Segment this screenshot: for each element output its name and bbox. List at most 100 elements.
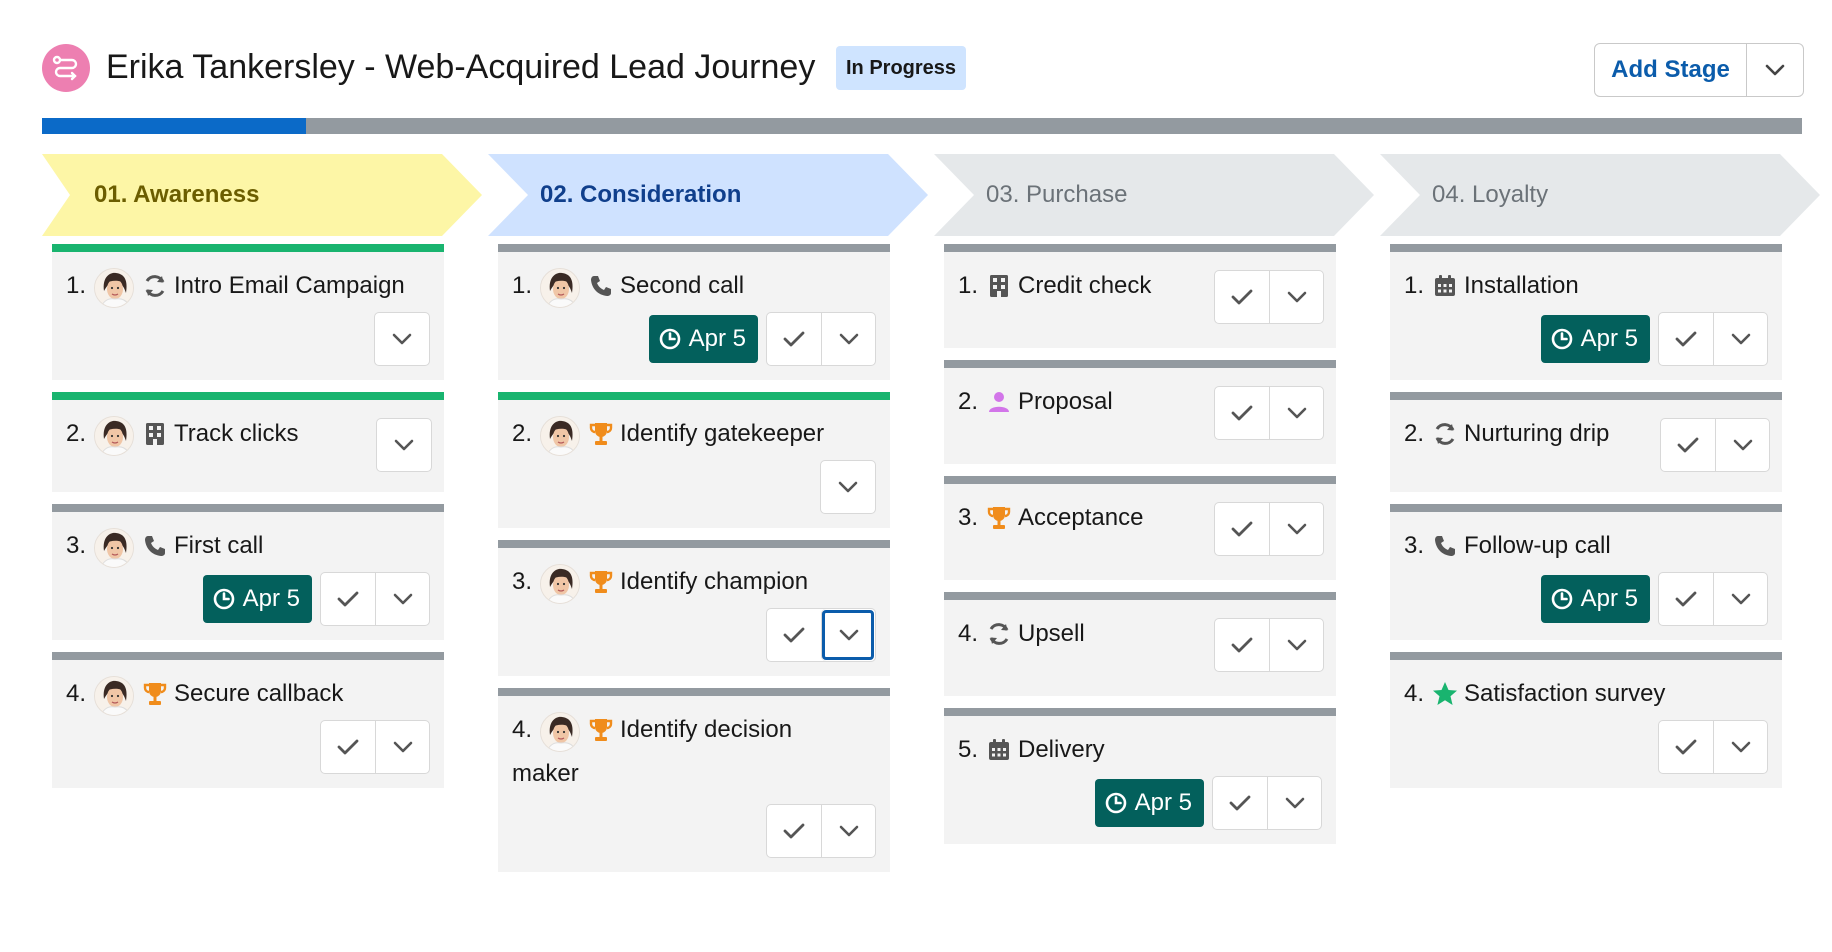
task-card[interactable]: 3. Acceptance bbox=[944, 476, 1336, 580]
task-card[interactable]: 1. Credit check bbox=[944, 244, 1336, 348]
check-icon bbox=[337, 738, 359, 756]
task-menu-button[interactable] bbox=[1713, 313, 1767, 365]
add-stage-button[interactable]: Add Stage bbox=[1595, 44, 1747, 96]
task-actions[interactable] bbox=[320, 720, 430, 774]
check-icon bbox=[1231, 404, 1253, 422]
task-label: Identify champion bbox=[620, 568, 809, 595]
task-header: 5. Delivery bbox=[958, 716, 1322, 776]
stage-chevron[interactable]: 01. Awareness bbox=[42, 154, 482, 236]
add-stage-button-group[interactable]: Add Stage bbox=[1594, 43, 1804, 97]
check-icon bbox=[783, 822, 805, 840]
complete-task-button[interactable] bbox=[321, 573, 375, 625]
task-actions[interactable] bbox=[1214, 618, 1324, 672]
task-menu-button[interactable] bbox=[1713, 573, 1767, 625]
trophy-icon bbox=[588, 567, 614, 597]
task-actions[interactable] bbox=[1658, 720, 1768, 774]
check-icon bbox=[1675, 590, 1697, 608]
task-actions[interactable] bbox=[376, 418, 432, 472]
task-actions[interactable] bbox=[1214, 502, 1324, 556]
complete-task-button[interactable] bbox=[1659, 573, 1713, 625]
due-date-badge[interactable]: Apr 5 bbox=[648, 315, 758, 363]
task-menu-button[interactable] bbox=[1269, 503, 1323, 555]
task-status-bar bbox=[944, 476, 1336, 484]
task-menu-button[interactable] bbox=[821, 805, 875, 857]
complete-task-button[interactable] bbox=[767, 609, 821, 661]
phone-icon bbox=[588, 271, 614, 301]
complete-task-button[interactable] bbox=[1215, 387, 1269, 439]
task-actions[interactable] bbox=[766, 804, 876, 858]
task-actions[interactable] bbox=[766, 312, 876, 366]
complete-task-button[interactable] bbox=[767, 805, 821, 857]
task-menu-button[interactable] bbox=[375, 721, 429, 773]
stage-chevron[interactable]: 04. Loyalty bbox=[1380, 154, 1820, 236]
task-actions[interactable] bbox=[1658, 312, 1768, 366]
task-card[interactable]: 5. Delivery Apr 5 bbox=[944, 708, 1336, 844]
task-actions[interactable] bbox=[766, 608, 876, 662]
add-stage-menu-button[interactable] bbox=[1747, 44, 1803, 96]
complete-task-button[interactable] bbox=[1213, 777, 1267, 829]
task-actions[interactable] bbox=[374, 312, 430, 366]
complete-task-button[interactable] bbox=[767, 313, 821, 365]
task-card[interactable]: 2. Nurturing drip bbox=[1390, 392, 1782, 492]
task-actions[interactable] bbox=[1660, 418, 1770, 472]
complete-task-button[interactable] bbox=[1661, 419, 1715, 471]
chevron-down-icon bbox=[1287, 291, 1307, 303]
complete-task-button[interactable] bbox=[1659, 313, 1713, 365]
stage-chevron[interactable]: 03. Purchase bbox=[934, 154, 1374, 236]
task-menu-button[interactable] bbox=[1269, 387, 1323, 439]
complete-task-button[interactable] bbox=[1215, 503, 1269, 555]
task-actions[interactable] bbox=[1214, 270, 1324, 324]
task-menu-button[interactable] bbox=[1267, 777, 1321, 829]
task-actions[interactable] bbox=[1214, 386, 1324, 440]
complete-task-button[interactable] bbox=[321, 721, 375, 773]
task-card[interactable]: 2. Proposal bbox=[944, 360, 1336, 464]
task-card[interactable]: 1. Second call Apr 5 bbox=[498, 244, 890, 380]
task-actions[interactable] bbox=[820, 460, 876, 514]
due-date-badge[interactable]: Apr 5 bbox=[1540, 575, 1650, 623]
complete-task-button[interactable] bbox=[1659, 721, 1713, 773]
task-card[interactable]: 2. Identify gatekeeper bbox=[498, 392, 890, 528]
task-card[interactable]: 4. Identify decision maker bbox=[498, 688, 890, 872]
task-actions[interactable] bbox=[1658, 572, 1768, 626]
task-number: 3. bbox=[512, 568, 533, 595]
task-menu-button[interactable] bbox=[377, 419, 431, 471]
task-number: 4. bbox=[958, 620, 979, 647]
avatar bbox=[94, 528, 134, 568]
check-icon bbox=[337, 590, 359, 608]
chevron-down-icon bbox=[1733, 439, 1753, 451]
due-date-badge[interactable]: Apr 5 bbox=[1540, 315, 1650, 363]
complete-task-button[interactable] bbox=[1215, 271, 1269, 323]
due-date-badge[interactable]: Apr 5 bbox=[1094, 779, 1204, 827]
task-menu-button[interactable] bbox=[375, 573, 429, 625]
task-menu-button[interactable] bbox=[821, 313, 875, 365]
task-card[interactable]: 3. Identify champion bbox=[498, 540, 890, 676]
complete-task-button[interactable] bbox=[1215, 619, 1269, 671]
task-card[interactable]: 1. Intro Email Campaign bbox=[52, 244, 444, 380]
journey-progress-bar bbox=[42, 118, 1802, 134]
stage-chevron[interactable]: 02. Consideration bbox=[488, 154, 928, 236]
task-menu-button[interactable] bbox=[821, 609, 875, 661]
task-menu-button[interactable] bbox=[821, 461, 875, 513]
task-card[interactable]: 4. Satisfaction survey bbox=[1390, 652, 1782, 788]
task-menu-button[interactable] bbox=[1715, 419, 1769, 471]
task-menu-button[interactable] bbox=[1713, 721, 1767, 773]
task-card[interactable]: 4. Upsell bbox=[944, 592, 1336, 696]
task-card[interactable]: 4. Secure callback bbox=[52, 652, 444, 788]
task-actions[interactable] bbox=[1212, 776, 1322, 830]
task-actions[interactable] bbox=[320, 572, 430, 626]
task-header: 2. Identify gatekeeper bbox=[512, 400, 876, 460]
task-card[interactable]: 1. Installation Apr 5 bbox=[1390, 244, 1782, 380]
task-menu-button[interactable] bbox=[1269, 271, 1323, 323]
task-number: 1. bbox=[512, 272, 533, 299]
task-card[interactable]: 3. First call Apr 5 bbox=[52, 504, 444, 640]
avatar bbox=[94, 676, 134, 716]
task-spacer bbox=[1390, 640, 1782, 652]
chevron-down-icon bbox=[838, 481, 858, 493]
avatar bbox=[540, 268, 580, 308]
chevron-down-icon bbox=[1285, 797, 1305, 809]
task-menu-button[interactable] bbox=[1269, 619, 1323, 671]
task-menu-button[interactable] bbox=[375, 313, 429, 365]
task-card[interactable]: 2. Track clicks bbox=[52, 392, 444, 492]
task-card[interactable]: 3. Follow-up call Apr 5 bbox=[1390, 504, 1782, 640]
due-date-badge[interactable]: Apr 5 bbox=[202, 575, 312, 623]
